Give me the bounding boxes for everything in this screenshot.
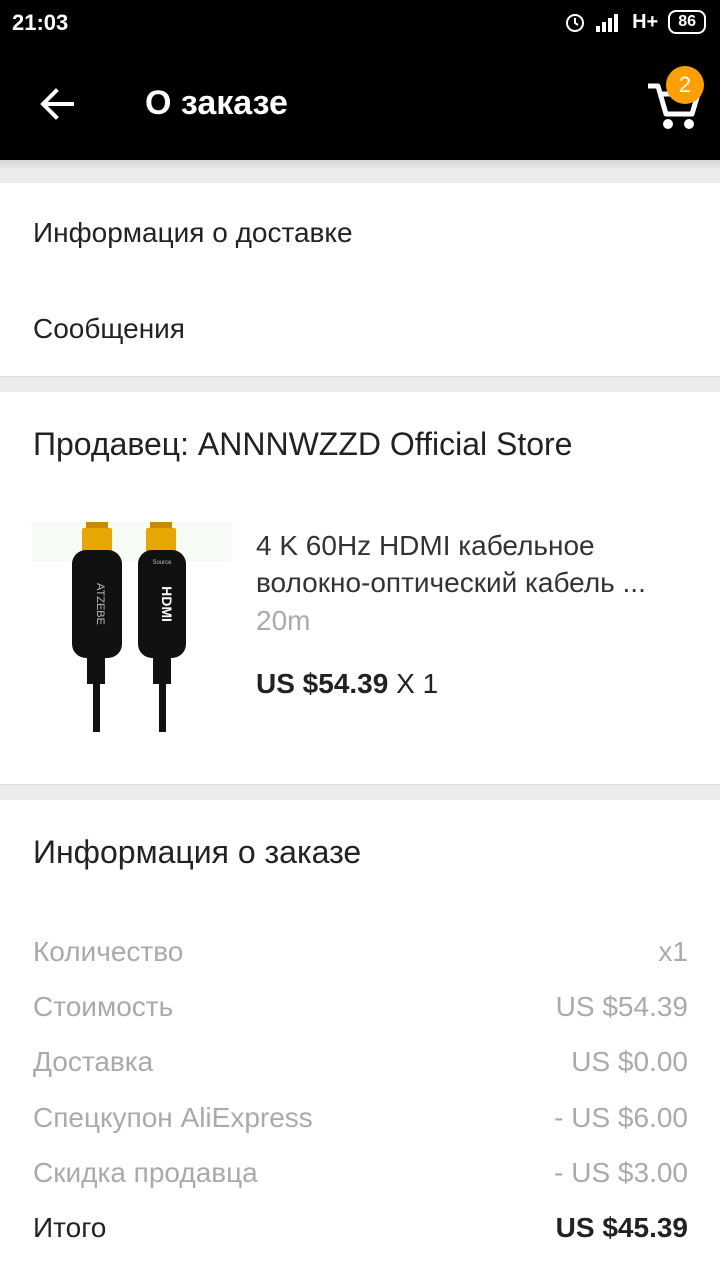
product-image-source: Source xyxy=(152,560,172,566)
summary-row-coupon: Спецкупон AliExpress - US $6.00 xyxy=(33,1102,688,1142)
product-image-brand: ATZEBE xyxy=(94,583,106,625)
summary-value: - US $3.00 xyxy=(554,1157,688,1188)
battery-indicator: 86 xyxy=(668,10,706,34)
product-price-line: US $54.39 X 1 xyxy=(256,668,438,700)
product-title-line1: 4 K 60Hz HDMI кабельное xyxy=(256,530,595,561)
summary-label: Стоимость xyxy=(33,991,174,1022)
summary-label: Итого xyxy=(33,1212,107,1243)
app-bar-shadow xyxy=(0,160,720,170)
product-title[interactable]: 4 K 60Hz HDMI кабельное волокно-оптическ… xyxy=(256,527,686,601)
summary-row-shipping: Доставка US $0.00 xyxy=(33,1046,688,1086)
messages-link[interactable]: Сообщения xyxy=(33,313,185,345)
delivery-info-link[interactable]: Информация о доставке xyxy=(33,217,353,249)
summary-row-seller-discount: Скидка продавца - US $3.00 xyxy=(33,1157,688,1197)
order-info-card: Информация о заказе Количество x1 Стоимо… xyxy=(0,800,720,1280)
product-title-line2: волокно-оптический кабель ... xyxy=(256,567,646,598)
summary-row-total: Итого US $45.39 xyxy=(33,1212,688,1252)
summary-value: US $0.00 xyxy=(571,1046,688,1077)
product-variant: 20m xyxy=(256,605,311,636)
product-image-hdmi: HDMI xyxy=(159,586,175,622)
summary-value: - US $6.00 xyxy=(554,1102,688,1133)
signal-icon xyxy=(596,14,619,32)
summary-label: Спецкупон AliExpress xyxy=(33,1102,313,1133)
order-info-title: Информация о заказе xyxy=(33,834,362,870)
summary-value: x1 xyxy=(658,936,688,967)
alarm-icon xyxy=(566,14,585,32)
summary-label: Количество xyxy=(33,936,184,967)
seller-card: Продавец: ANNNWZZD Official Store ATZEBE… xyxy=(0,392,720,785)
product-quantity: X 1 xyxy=(388,668,439,699)
status-bar: 21:03 H+ 86 xyxy=(0,0,720,48)
status-time: 21:03 xyxy=(12,10,69,35)
seller-name[interactable]: Продавец: ANNNWZZD Official Store xyxy=(33,426,572,463)
summary-row-quantity: Количество x1 xyxy=(33,936,688,976)
summary-total-value: US $45.39 xyxy=(555,1212,688,1243)
arrow-left-icon[interactable] xyxy=(30,76,86,132)
page-title: О заказе xyxy=(145,84,288,122)
order-links-card: Информация о доставке Сообщения xyxy=(0,183,720,377)
app-bar: О заказе 2 xyxy=(0,48,720,160)
summary-label: Скидка продавца xyxy=(33,1157,258,1188)
summary-value: US $54.39 xyxy=(555,991,688,1022)
network-type: H+ xyxy=(632,10,659,33)
status-icons: H+ 86 xyxy=(564,10,706,34)
cart-count-badge: 2 xyxy=(666,66,704,104)
product-price: US $54.39 xyxy=(256,668,389,699)
product-image[interactable]: ATZEBE HDMI Source xyxy=(32,522,232,732)
summary-label: Доставка xyxy=(33,1046,154,1077)
summary-row-cost: Стоимость US $54.39 xyxy=(33,991,688,1031)
